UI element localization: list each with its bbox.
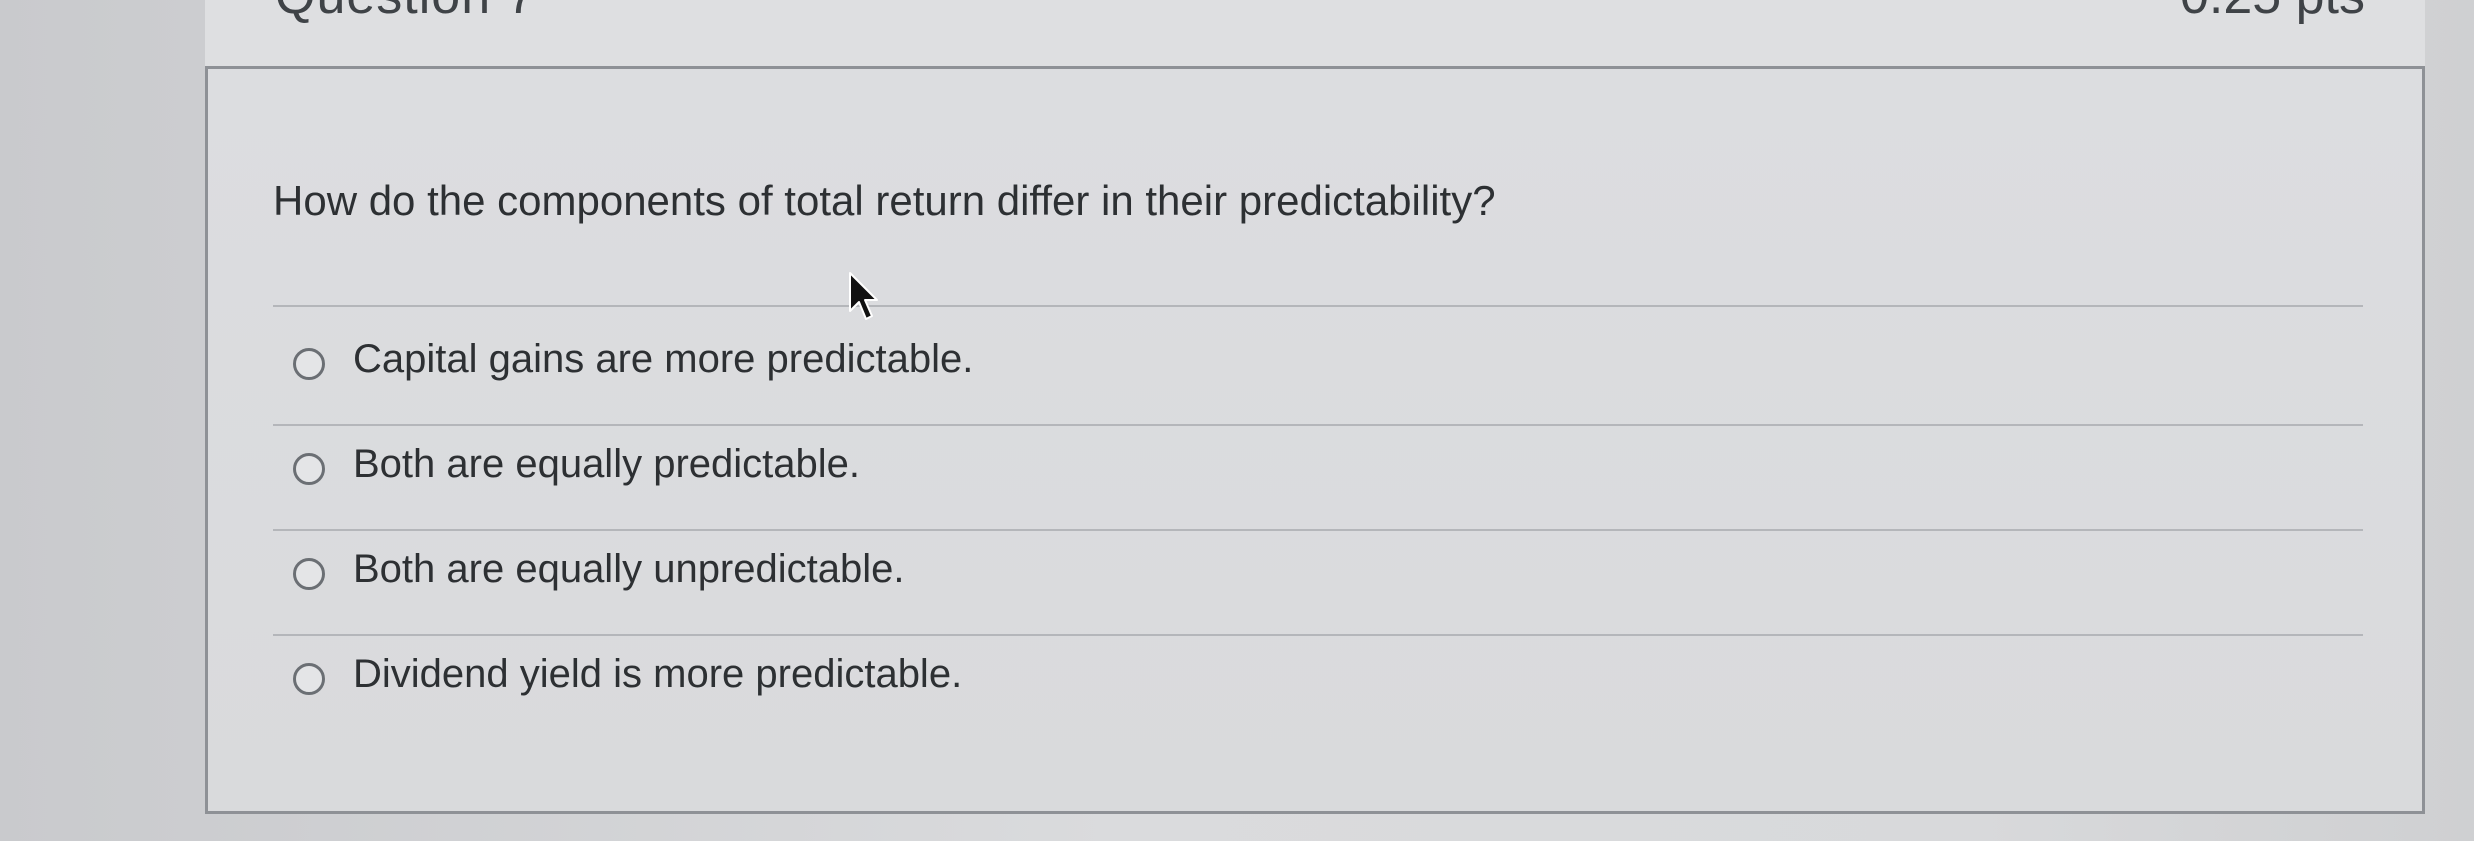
answer-option-equally-predictable[interactable]: Both are equally predictable. <box>273 424 2363 531</box>
answer-option-dividend-yield[interactable]: Dividend yield is more predictable. <box>273 634 2363 739</box>
radio-button-icon[interactable] <box>293 348 325 380</box>
answer-label[interactable]: Both are equally predictable. <box>353 442 860 487</box>
question-points: 0.25 pts <box>2180 0 2365 26</box>
question-title: Question 7 <box>275 0 537 26</box>
radio-button-icon[interactable] <box>293 453 325 485</box>
answer-option-equally-unpredictable[interactable]: Both are equally unpredictable. <box>273 529 2363 636</box>
mouse-pointer-icon <box>849 272 878 320</box>
question-card: How do the components of total return di… <box>205 69 2425 814</box>
question-header: Question 7 0.25 pts <box>205 0 2425 69</box>
question-divider <box>273 305 2363 307</box>
radio-button-icon[interactable] <box>293 663 325 695</box>
question-text: How do the components of total return di… <box>273 177 1496 224</box>
answer-label[interactable]: Capital gains are more predictable. <box>353 337 973 382</box>
answer-option-capital-gains[interactable]: Capital gains are more predictable. <box>273 319 2363 426</box>
radio-button-icon[interactable] <box>293 558 325 590</box>
answer-label[interactable]: Both are equally unpredictable. <box>353 547 904 592</box>
answer-label[interactable]: Dividend yield is more predictable. <box>353 652 962 697</box>
